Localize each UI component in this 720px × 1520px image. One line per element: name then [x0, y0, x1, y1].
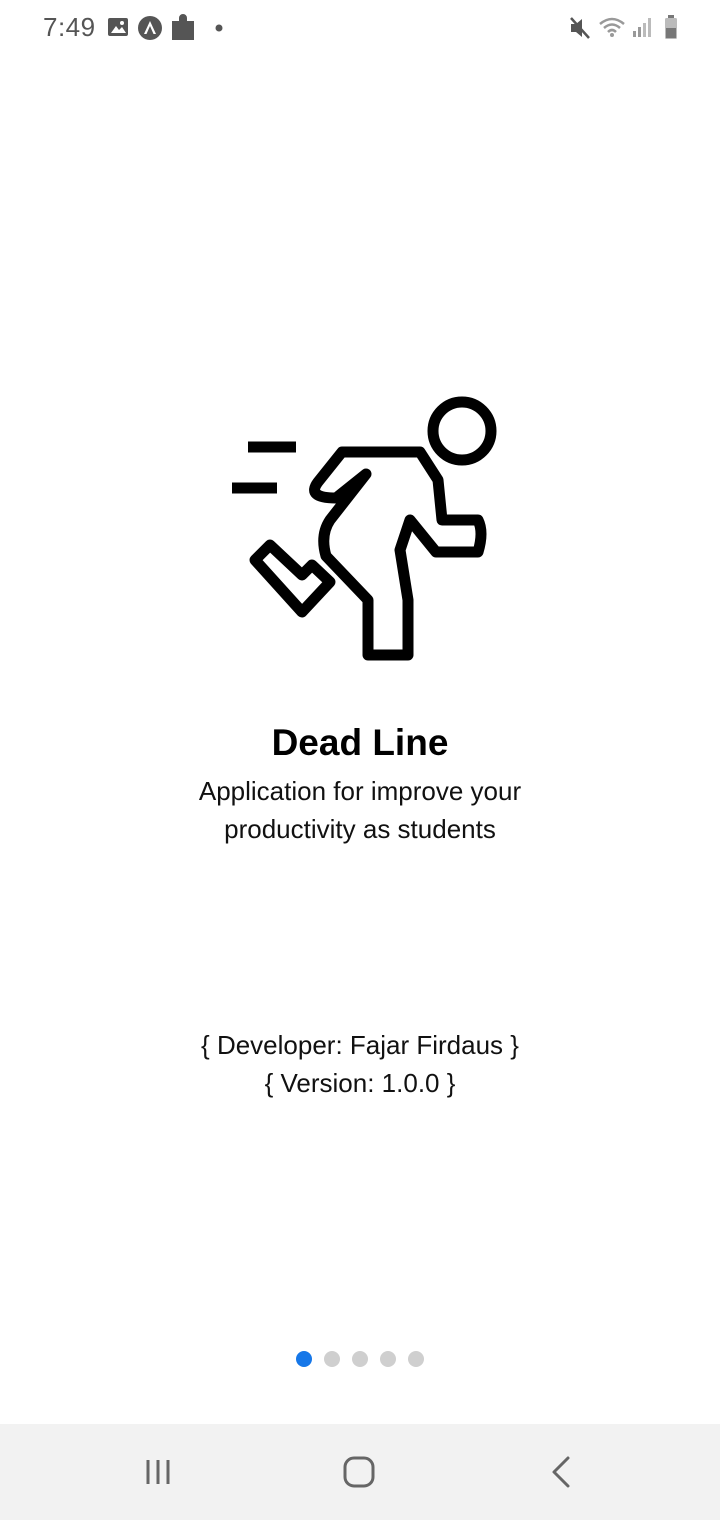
navigation-bar: [0, 1424, 720, 1520]
splash-screen: 7:49 Dead Line Application for improve y…: [0, 0, 720, 1520]
app-subtitle: Application for improve your productivit…: [198, 776, 522, 844]
wifi-icon: [599, 17, 625, 37]
recent-apps-icon: [146, 1460, 170, 1484]
page-dot-4[interactable]: [380, 1351, 396, 1367]
puzzle-icon: [172, 14, 194, 40]
status-bar: 7:49: [0, 0, 720, 56]
android-auto-icon: [138, 16, 162, 40]
recent-apps-button[interactable]: [128, 1444, 188, 1500]
page-dot-5[interactable]: [408, 1351, 424, 1367]
notification-dot-icon: [215, 24, 223, 32]
battery-icon: [665, 15, 677, 39]
page-dot-2[interactable]: [324, 1351, 340, 1367]
mute-icon: [570, 17, 590, 39]
developer-text: { Developer: Fajar Firdaus }: [201, 1030, 519, 1060]
status-time: 7:49: [43, 12, 96, 42]
app-title: Dead Line: [271, 722, 449, 763]
version-text: { Version: 1.0.0 }: [264, 1068, 456, 1098]
signal-icon: [633, 18, 651, 37]
image-icon: [108, 18, 128, 36]
running-person-icon: [232, 396, 497, 661]
home-icon: [343, 1456, 375, 1488]
back-icon: [552, 1456, 570, 1488]
home-button[interactable]: [329, 1444, 389, 1500]
back-button[interactable]: [531, 1444, 591, 1500]
page-indicator: [0, 1351, 720, 1369]
page-dot-3[interactable]: [352, 1351, 368, 1367]
page-dot-1[interactable]: [296, 1351, 312, 1367]
